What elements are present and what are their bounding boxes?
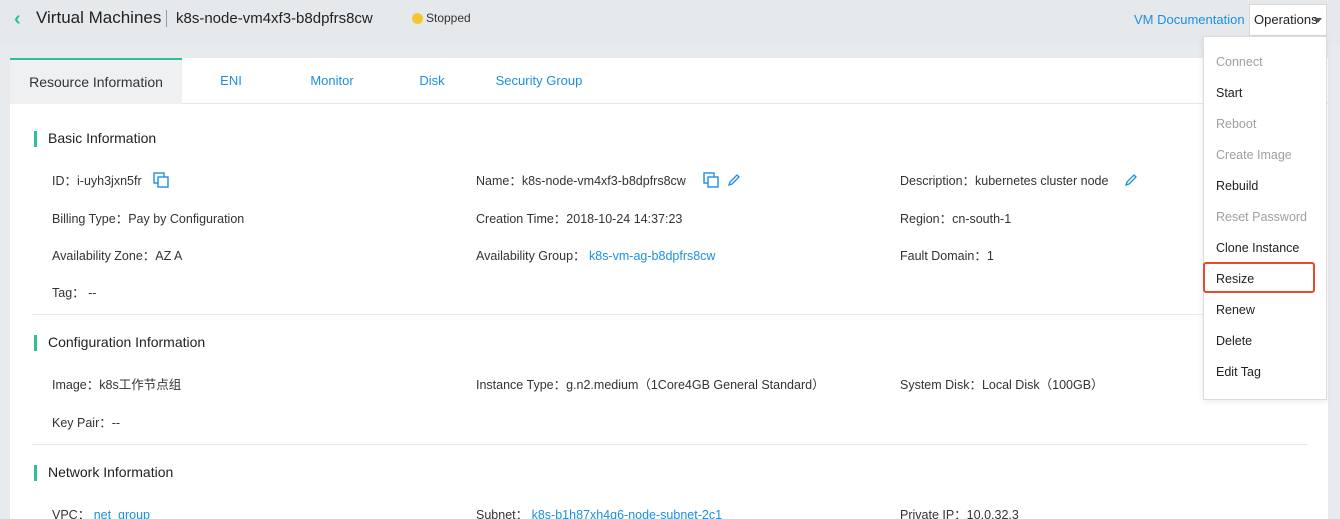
breadcrumb-virtual-machines[interactable]: Virtual Machines bbox=[36, 8, 161, 28]
field-name: Name：k8s-node-vm4xf3-b8dpfrs8cw bbox=[476, 170, 741, 191]
menu-item-start[interactable]: Start bbox=[1216, 86, 1242, 100]
field-private-ip: Private IP：10.0.32.3 bbox=[900, 508, 1019, 519]
menu-item-delete[interactable]: Delete bbox=[1216, 334, 1252, 348]
field-key-pair: Key Pair：-- bbox=[52, 416, 121, 430]
menu-item-edit-tag[interactable]: Edit Tag bbox=[1216, 365, 1261, 379]
operations-label: Operations bbox=[1254, 12, 1318, 27]
top-bar: ‹ Virtual Machines k8s-node-vm4xf3-b8dpf… bbox=[0, 0, 1340, 46]
field-id-text: ID：i-uyh3jxn5fr bbox=[52, 174, 142, 188]
vpc-label: VPC： bbox=[52, 508, 91, 519]
tab-monitor[interactable]: Monitor bbox=[302, 58, 362, 104]
operations-menu: Connect Start Reboot Create Image Rebuil… bbox=[1203, 36, 1327, 400]
tab-disk[interactable]: Disk bbox=[410, 58, 454, 104]
copy-icon[interactable] bbox=[153, 172, 169, 191]
main-panel: Resource Information ENI Monitor Disk Se… bbox=[10, 58, 1328, 519]
menu-item-connect[interactable]: Connect bbox=[1216, 55, 1263, 69]
vm-name-title: k8s-node-vm4xf3-b8dpfrs8cw bbox=[176, 10, 373, 27]
menu-item-clone-instance[interactable]: Clone Instance bbox=[1216, 241, 1299, 255]
field-subnet: Subnet： k8s-b1h87xh4q6-node-subnet-2c1 bbox=[476, 504, 722, 519]
status-badge: Stopped bbox=[426, 11, 471, 25]
tab-bar: Resource Information ENI Monitor Disk Se… bbox=[10, 58, 1328, 104]
field-id: ID：i-uyh3jxn5fr bbox=[52, 170, 169, 191]
subnet-link[interactable]: k8s-b1h87xh4q6-node-subnet-2c1 bbox=[532, 508, 722, 519]
back-arrow-icon[interactable]: ‹ bbox=[14, 9, 21, 29]
breadcrumb-separator bbox=[166, 10, 167, 27]
menu-item-renew[interactable]: Renew bbox=[1216, 303, 1255, 317]
field-instance-type: Instance Type：g.n2.medium（1Core4GB Gener… bbox=[476, 378, 825, 392]
chevron-down-icon bbox=[1314, 18, 1322, 23]
copy-icon[interactable] bbox=[703, 172, 719, 191]
field-system-disk: System Disk：Local Disk（100GB） bbox=[900, 378, 1104, 392]
network-information-title: Network Information bbox=[34, 464, 173, 481]
tab-eni[interactable]: ENI bbox=[206, 58, 256, 104]
availability-group-label: Availability Group： bbox=[476, 249, 586, 263]
resize-highlight-box bbox=[1203, 262, 1315, 293]
field-tag: Tag： -- bbox=[52, 286, 97, 300]
field-availability-zone: Availability Zone：AZ A bbox=[52, 249, 183, 263]
field-name-text: Name：k8s-node-vm4xf3-b8dpfrs8cw bbox=[476, 174, 686, 188]
menu-item-reset-password[interactable]: Reset Password bbox=[1216, 210, 1307, 224]
tab-resource-information[interactable]: Resource Information bbox=[10, 58, 182, 104]
edit-pencil-icon[interactable] bbox=[1124, 173, 1138, 190]
field-region: Region：cn-south-1 bbox=[900, 212, 1012, 226]
tab-security-group[interactable]: Security Group bbox=[492, 58, 586, 104]
status-dot-icon bbox=[412, 13, 423, 24]
subnet-label: Subnet： bbox=[476, 508, 529, 519]
field-availability-group: Availability Group： k8s-vm-ag-b8dpfrs8cw bbox=[476, 245, 715, 264]
field-fault-domain: Fault Domain：1 bbox=[900, 249, 994, 263]
vpc-link[interactable]: net_group bbox=[94, 508, 150, 519]
operations-button[interactable]: Operations bbox=[1249, 4, 1327, 36]
vm-documentation-link[interactable]: VM Documentation bbox=[1134, 12, 1245, 27]
section-divider bbox=[32, 444, 1308, 445]
field-billing-type: Billing Type：Pay by Configuration bbox=[52, 212, 245, 226]
configuration-information-title: Configuration Information bbox=[34, 334, 205, 351]
section-divider bbox=[32, 314, 1308, 315]
menu-item-reboot[interactable]: Reboot bbox=[1216, 117, 1256, 131]
field-creation-time: Creation Time：2018-10-24 14:37:23 bbox=[476, 212, 683, 226]
field-description-text: Description：kubernetes cluster node bbox=[900, 174, 1109, 188]
menu-item-rebuild[interactable]: Rebuild bbox=[1216, 179, 1258, 193]
field-vpc: VPC： net_group bbox=[52, 504, 150, 519]
field-image: Image：k8s工作节点组 bbox=[52, 378, 182, 392]
edit-pencil-icon[interactable] bbox=[727, 173, 741, 190]
field-description: Description：kubernetes cluster node bbox=[900, 170, 1138, 190]
basic-information-title: Basic Information bbox=[34, 130, 156, 147]
availability-group-link[interactable]: k8s-vm-ag-b8dpfrs8cw bbox=[589, 249, 715, 263]
menu-item-create-image[interactable]: Create Image bbox=[1216, 148, 1292, 162]
